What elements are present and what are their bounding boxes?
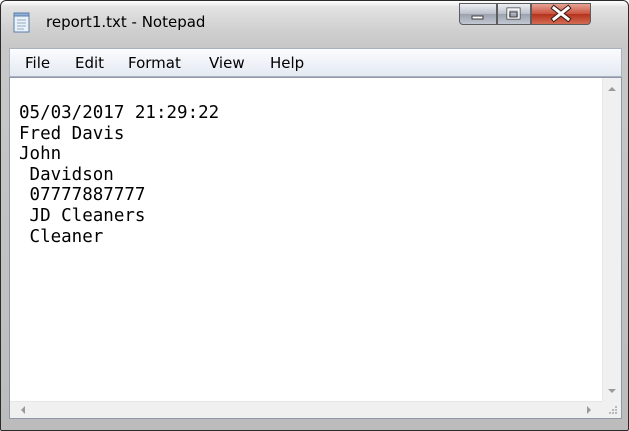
text-line: JD Cleaners xyxy=(19,205,146,226)
menu-view[interactable]: View xyxy=(209,54,245,72)
maximize-button[interactable] xyxy=(497,3,531,25)
scroll-right-arrow-icon[interactable] xyxy=(580,402,598,418)
title-bar[interactable]: report1.txt - Notepad xyxy=(1,1,628,45)
notepad-icon xyxy=(13,12,30,33)
text-editor[interactable]: 05/03/2017 21:29:22 Fred Davis John Davi… xyxy=(9,77,622,419)
notepad-window: report1.txt - Notepad File Edit Format V… xyxy=(0,0,629,431)
scroll-down-arrow-icon[interactable] xyxy=(603,382,621,400)
menu-format[interactable]: Format xyxy=(128,54,181,72)
text-line: John xyxy=(19,144,62,165)
vertical-scrollbar[interactable] xyxy=(602,78,621,402)
caption-buttons xyxy=(459,3,621,29)
text-line: 07777887777 xyxy=(19,185,146,206)
menu-file[interactable]: File xyxy=(25,54,50,72)
close-button[interactable] xyxy=(531,3,591,25)
scroll-left-arrow-icon[interactable] xyxy=(14,402,32,418)
text-line: Davidson xyxy=(19,164,114,185)
menu-help[interactable]: Help xyxy=(270,54,304,72)
document-text[interactable]: 05/03/2017 21:29:22 Fred Davis John Davi… xyxy=(19,103,589,393)
window-title: report1.txt - Notepad xyxy=(46,13,206,31)
text-line: Cleaner xyxy=(19,226,104,247)
text-line: 05/03/2017 21:29:22 xyxy=(19,103,220,123)
minimize-button[interactable] xyxy=(459,3,497,25)
menu-edit[interactable]: Edit xyxy=(75,54,104,72)
size-grip-icon xyxy=(609,406,617,414)
horizontal-scrollbar[interactable] xyxy=(10,401,602,418)
text-line: Fred Davis xyxy=(19,123,125,144)
menu-bar: File Edit Format View Help xyxy=(9,48,622,77)
size-grip[interactable] xyxy=(602,401,621,418)
maximize-icon xyxy=(506,7,521,20)
minimize-icon xyxy=(471,15,484,20)
scroll-up-arrow-icon[interactable] xyxy=(603,80,621,98)
close-icon xyxy=(550,4,572,23)
